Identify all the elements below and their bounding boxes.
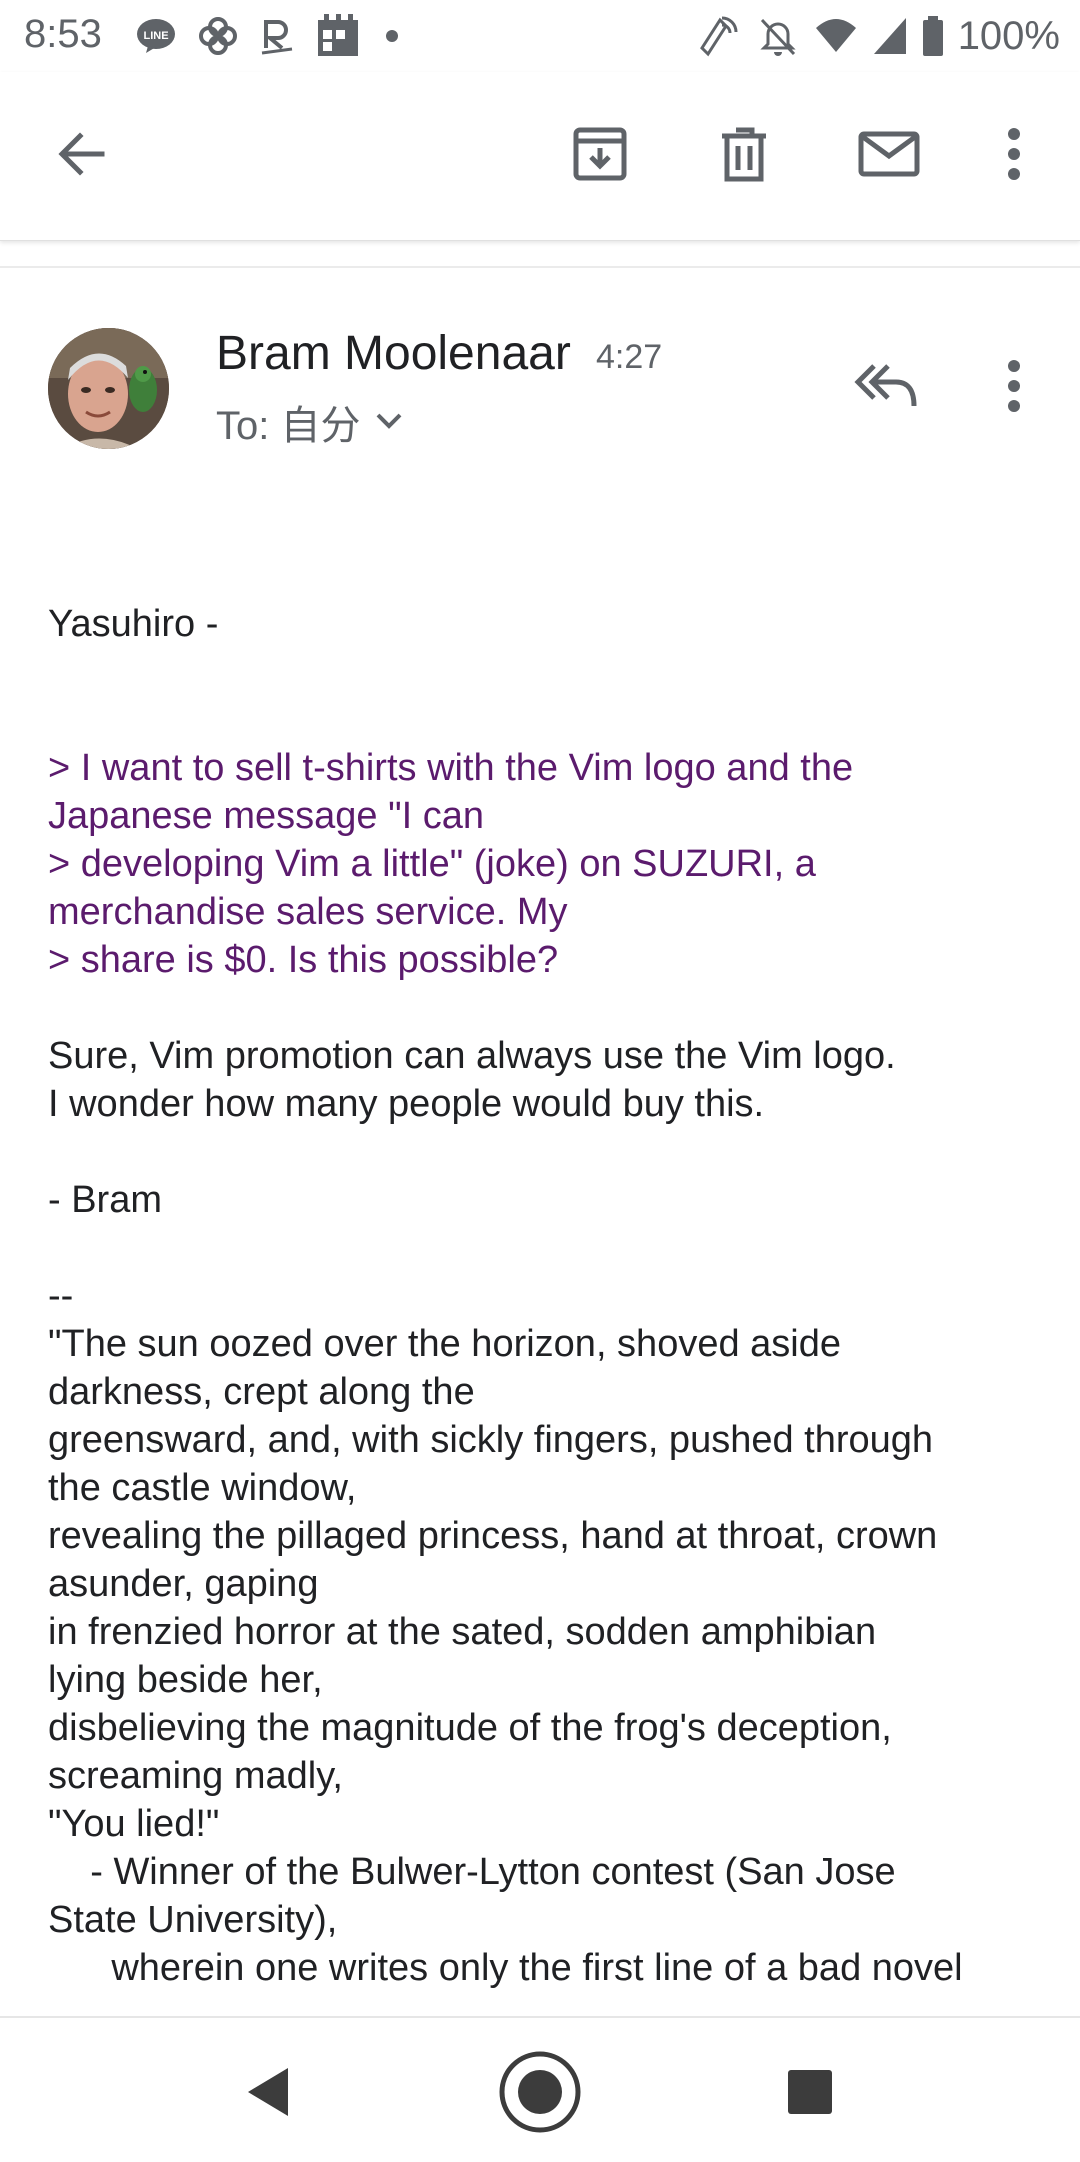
status-bar: 8:53 LINE 100%	[0, 0, 1080, 72]
archive-button[interactable]	[556, 112, 644, 200]
rakuten-app-icon	[260, 16, 294, 56]
calendar-app-icon	[316, 14, 360, 58]
back-button[interactable]	[38, 112, 126, 200]
wifi-icon	[814, 16, 858, 56]
greeting-line: Yasuhiro -	[48, 603, 219, 645]
signature-line: wherein one writes only the first line o…	[48, 1947, 963, 1989]
nav-back-icon	[242, 2064, 294, 2125]
signature-line: "The sun oozed over the horizon, shoved …	[48, 1323, 841, 1365]
message-body: Yasuhiro - > I want to sell t-shirts wit…	[48, 600, 1048, 1992]
battery-percentage: 100%	[957, 13, 1060, 58]
cell-signal-icon	[872, 16, 908, 56]
nav-back-button[interactable]	[220, 2046, 316, 2142]
nav-home-button[interactable]	[492, 2046, 588, 2142]
chevron-down-icon	[374, 405, 404, 440]
divider	[0, 266, 1080, 268]
signature-line: darkness, crept along the	[48, 1371, 475, 1413]
reply-all-icon	[854, 360, 918, 417]
delete-icon	[714, 124, 774, 189]
quoted-line: > I want to sell t-shirts with the Vim l…	[48, 747, 854, 789]
signature-line: --	[48, 1275, 74, 1317]
pinwheel-app-icon	[198, 16, 238, 56]
reply-all-button[interactable]	[842, 344, 930, 432]
recipient-label: To: 自分	[216, 404, 361, 448]
signature-line: "You lied!"	[48, 1803, 220, 1845]
signature-line: revealing the pillaged princess, hand at…	[48, 1515, 938, 1557]
signature-line: lying beside her,	[48, 1659, 323, 1701]
nav-recents-icon	[786, 2068, 834, 2121]
battery-icon	[922, 16, 944, 56]
nav-home-icon	[498, 2050, 582, 2139]
recipient-details-toggle[interactable]: To: 自分	[216, 394, 404, 450]
status-time: 8:53	[24, 12, 102, 56]
svg-text:LINE: LINE	[143, 30, 168, 42]
overflow-menu-button[interactable]	[970, 112, 1058, 200]
message-overflow-button[interactable]	[970, 344, 1058, 432]
delete-button[interactable]	[700, 112, 788, 200]
silent-mode-icon	[756, 14, 800, 58]
signature-line: - Winner of the Bulwer-Lytton contest (S…	[48, 1851, 896, 1893]
signature-line: the castle window,	[48, 1467, 357, 1509]
signoff-line: - Bram	[48, 1179, 162, 1221]
message-time: 4:27	[596, 338, 663, 376]
mark-unread-button[interactable]	[845, 112, 933, 200]
nav-recents-button[interactable]	[762, 2046, 858, 2142]
nfc-icon	[698, 14, 742, 58]
archive-icon	[570, 124, 630, 189]
system-status-icons: 100%	[698, 10, 1060, 62]
system-navigation-bar	[0, 2016, 1080, 2162]
signature-line: in frenzied horror at the sated, sodden …	[48, 1611, 877, 1653]
overflow-menu-icon	[1004, 124, 1024, 189]
signature-line: disbelieving the magnitude of the frog's…	[48, 1707, 892, 1749]
quoted-line: > developing Vim a little" (joke) on SUZ…	[48, 843, 816, 885]
quoted-line: Japanese message "I can	[48, 795, 484, 837]
signature-line: greensward, and, with sickly fingers, pu…	[48, 1419, 934, 1461]
message-toolbar	[0, 72, 1080, 241]
overflow-menu-icon	[1004, 356, 1024, 421]
quoted-line: merchandise sales service. My	[48, 891, 568, 933]
line-app-icon: LINE	[136, 18, 176, 54]
signature-line: screaming madly,	[48, 1755, 343, 1797]
sender-avatar[interactable]	[48, 328, 169, 449]
signature-line: State University),	[48, 1899, 338, 1941]
sender-name[interactable]: Bram Moolenaar	[216, 326, 571, 381]
more-notifications-dot-icon	[382, 26, 402, 46]
arrow-back-icon	[54, 126, 110, 187]
reply-line: I wonder how many people would buy this.	[48, 1083, 765, 1125]
signature-line: asunder, gaping	[48, 1563, 319, 1605]
notification-icons: LINE	[136, 14, 402, 58]
quoted-line: > share is $0. Is this possible?	[48, 939, 559, 981]
reply-line: Sure, Vim promotion can always use the V…	[48, 1035, 896, 1077]
mark-unread-icon	[857, 124, 921, 189]
